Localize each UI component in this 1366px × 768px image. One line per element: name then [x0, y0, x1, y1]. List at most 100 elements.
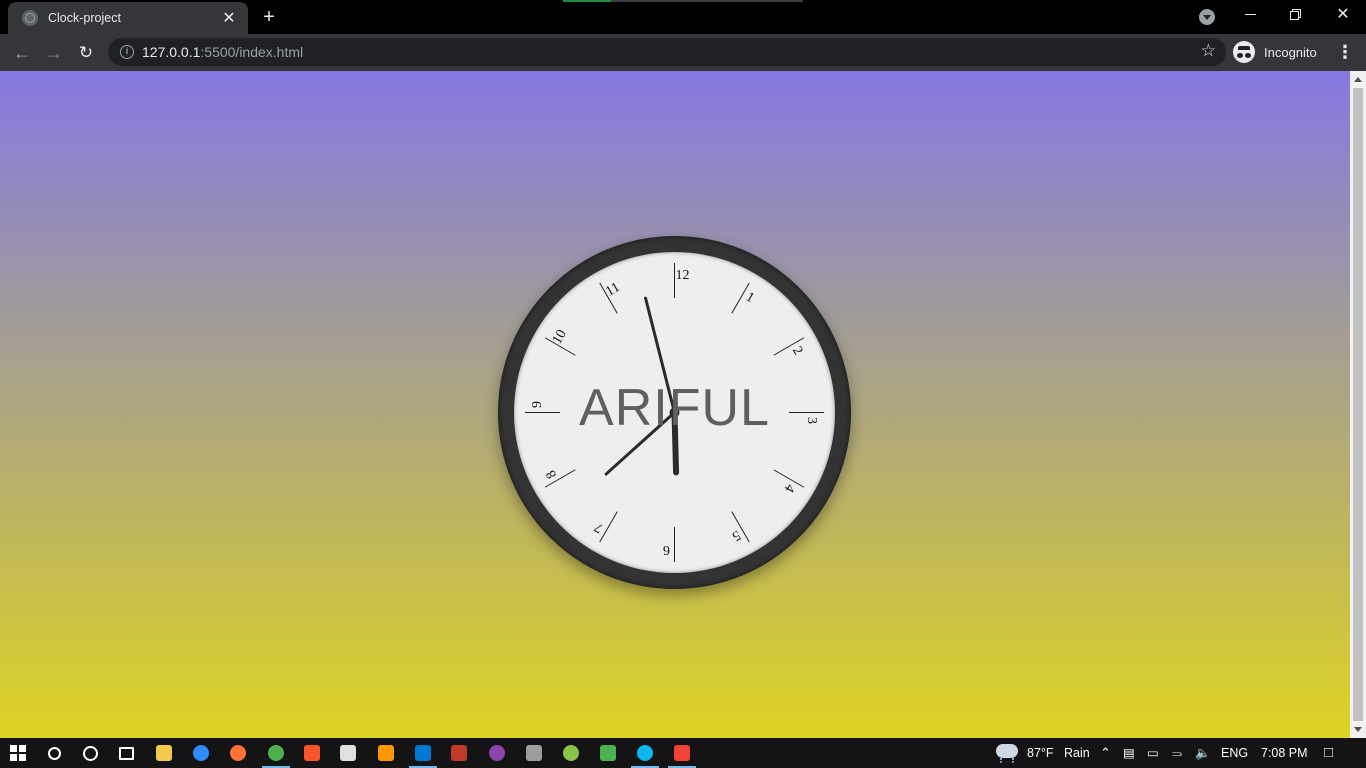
url-host: 127.0.0.1 [142, 44, 201, 60]
hour-number: 11 [603, 280, 622, 300]
task-view-icon[interactable] [108, 738, 144, 768]
incognito-label: Incognito [1264, 44, 1317, 60]
notepad-plus-icon[interactable] [553, 738, 589, 768]
vscode-icon[interactable] [405, 738, 441, 768]
weather-rain-icon [1000, 758, 1014, 763]
search-icon[interactable] [36, 738, 72, 768]
hour-number: 6 [663, 542, 670, 557]
hour-marker: 7 [592, 511, 618, 543]
notifications-icon[interactable]: □ [1324, 738, 1333, 768]
zoom-glyph [193, 745, 209, 761]
hour-number: 5 [729, 527, 743, 543]
hour-number: 12 [676, 268, 690, 283]
restore-button[interactable] [1274, 0, 1320, 30]
incognito-hat [1238, 46, 1250, 50]
new-tab-button[interactable]: + [258, 6, 280, 28]
hour-marker: 1 [731, 282, 757, 314]
close-tab-icon[interactable]: ✕ [220, 8, 238, 28]
notepad-icon[interactable] [330, 738, 366, 768]
github-desktop-glyph [489, 745, 505, 761]
clock-name: ARIFUL [579, 379, 770, 437]
hour-number: 2 [789, 344, 805, 358]
close-window-button[interactable]: ✕ [1320, 0, 1366, 30]
notepad-plus-glyph [563, 745, 579, 761]
hour-marker: 8 [544, 467, 576, 488]
forward-arrow-icon[interactable]: → [40, 39, 68, 67]
tab-search-icon[interactable] [1199, 9, 1215, 25]
hour-marker: 11 [599, 280, 623, 314]
chrome-glyph [268, 745, 284, 761]
weather-description[interactable]: Rain [1064, 738, 1090, 768]
site-info-icon[interactable]: i [120, 45, 134, 59]
weather-temperature[interactable]: 87°F [1027, 738, 1054, 768]
minecraft-icon[interactable] [590, 738, 626, 768]
incognito-profile-button[interactable]: Incognito [1233, 40, 1317, 64]
task-view-glyph [118, 746, 134, 760]
reload-icon[interactable]: ↻ [72, 39, 100, 67]
minimize-button[interactable] [1228, 0, 1274, 30]
edge-icon[interactable] [627, 738, 663, 768]
brave-glyph [304, 745, 320, 761]
hour-number: 1 [743, 290, 757, 306]
notepad-glyph [340, 745, 356, 761]
incognito-glasses-right [1245, 53, 1251, 58]
url-path: :5500/index.html [200, 44, 304, 60]
hour-marker: 5 [729, 511, 750, 543]
security-icon[interactable]: ▤ [1123, 738, 1135, 768]
brave-icon[interactable] [294, 738, 330, 768]
incognito-icon [1233, 41, 1255, 63]
edge-glyph [637, 745, 653, 761]
search-glyph [47, 746, 61, 760]
file-explorer-glyph [156, 745, 172, 761]
sublime-text-icon[interactable] [368, 738, 404, 768]
battery-icon[interactable]: ▭ [1147, 738, 1159, 768]
winrar-glyph [451, 745, 467, 761]
incognito-glasses-left [1237, 53, 1243, 58]
hour-number: 8 [544, 467, 560, 481]
git-icon[interactable] [664, 738, 700, 768]
back-arrow-icon[interactable]: ← [8, 39, 36, 67]
tab-clock-project[interactable]: Clock-project ✕ [8, 2, 248, 34]
taskbar: 87°F Rain ⌃ ▤ ▭ ⥰ 🔈 ENG 7:08 PM □ [0, 738, 1366, 768]
page-loading-indicator [563, 0, 803, 2]
git-glyph [674, 745, 690, 761]
scrollbar-thumb[interactable] [1353, 88, 1363, 721]
tab-title: Clock-project [48, 11, 121, 25]
hour-number: 7 [592, 519, 606, 535]
hour-number: 4 [781, 481, 797, 495]
tab-strip: Clock-project ✕ + ✕ [0, 0, 1366, 34]
file-explorer-icon[interactable] [146, 738, 182, 768]
scroll-up-arrow-icon[interactable] [1354, 77, 1362, 82]
windows-start-icon[interactable] [0, 738, 36, 768]
windows-start-glyph [10, 745, 26, 761]
winrar-icon[interactable] [441, 738, 477, 768]
scroll-down-arrow-icon[interactable] [1354, 727, 1362, 732]
vscode-glyph [415, 745, 431, 761]
restore-icon-back [1290, 11, 1299, 20]
weather-cloud-icon[interactable] [996, 744, 1018, 758]
page-viewport: 12 1 2 3 4 5 6 7 8 9 10 11 ARIFUL [0, 71, 1350, 738]
bookmark-star-icon[interactable]: ☆ [1201, 41, 1216, 61]
obs-icon[interactable] [516, 738, 552, 768]
language-indicator[interactable]: ENG [1221, 738, 1248, 768]
zoom-icon[interactable] [183, 738, 219, 768]
chrome-icon[interactable] [258, 738, 294, 768]
clock: 12 1 2 3 4 5 6 7 8 9 10 11 ARIFUL [498, 236, 851, 589]
taskbar-clock[interactable]: 7:08 PM [1261, 738, 1308, 768]
address-bar[interactable]: i 127.0.0.1:5500/index.html ☆ [108, 38, 1226, 66]
vertical-scrollbar[interactable] [1350, 71, 1366, 738]
firefox-glyph [230, 745, 246, 761]
firefox-icon[interactable] [220, 738, 256, 768]
hour-marker: 10 [544, 327, 576, 356]
chevron-up-icon[interactable]: ⌃ [1100, 738, 1111, 768]
hour-marker: 6 [663, 527, 675, 562]
obs-glyph [526, 745, 542, 761]
wifi-icon[interactable]: ⥰ [1172, 738, 1182, 768]
cortana-icon[interactable] [72, 738, 108, 768]
minimize-icon [1245, 14, 1256, 15]
github-desktop-icon[interactable] [479, 738, 515, 768]
cortana-glyph [82, 745, 98, 761]
volume-icon[interactable]: 🔈 [1195, 738, 1211, 768]
hour-marker: 4 [773, 469, 805, 495]
more-menu-icon[interactable]: ⋮ [1336, 42, 1354, 62]
